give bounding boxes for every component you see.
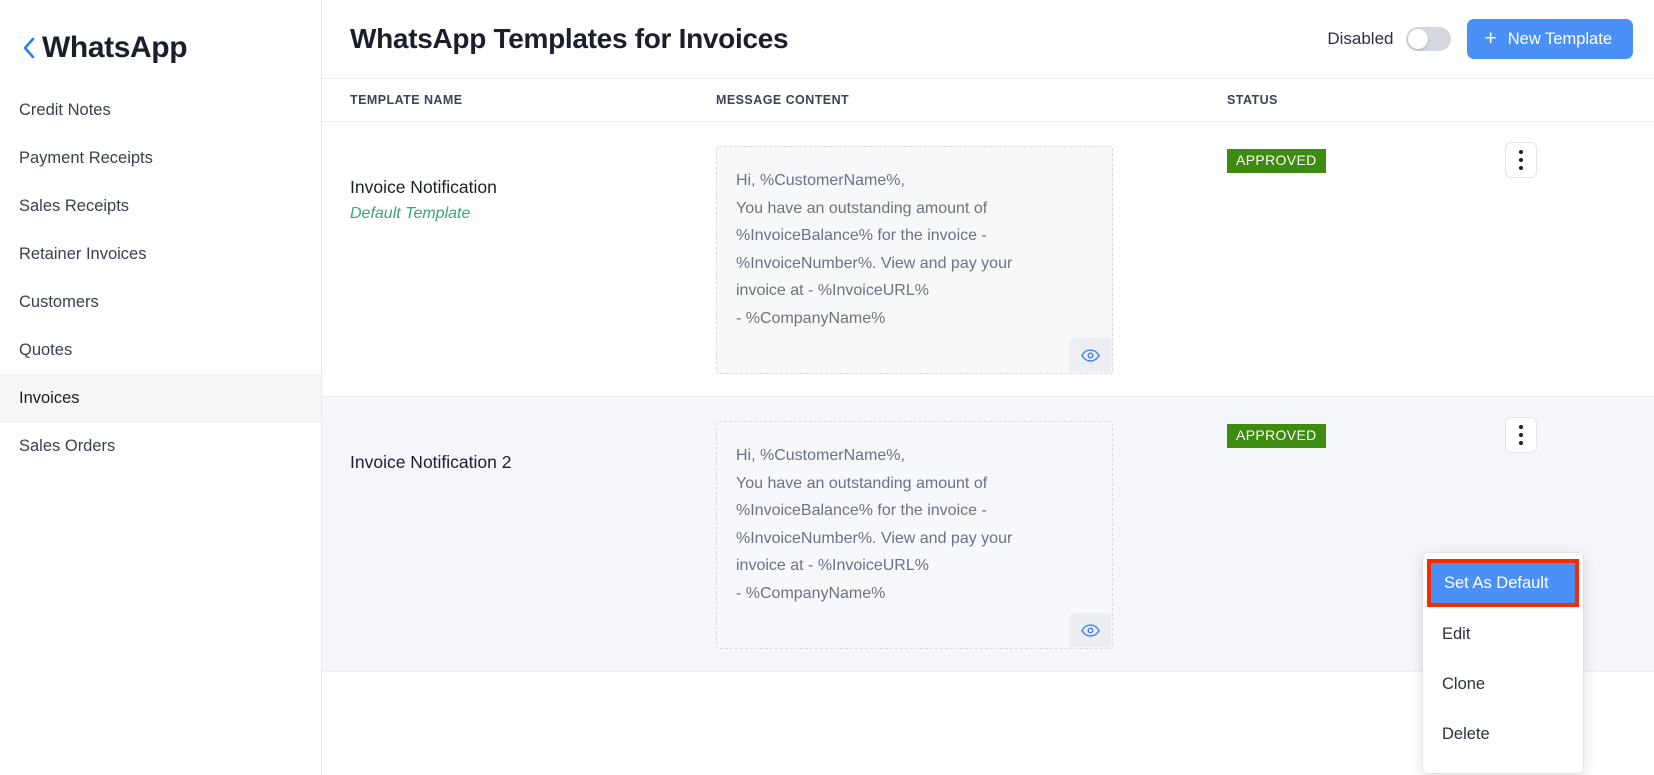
kebab-dot	[1519, 166, 1523, 170]
sidebar-item-quotes[interactable]: Quotes	[0, 326, 321, 374]
table-row: Invoice Notification Default Template Hi…	[322, 122, 1654, 397]
sidebar-item-credit-notes[interactable]: Credit Notes	[0, 86, 321, 134]
row-actions-dropdown: Set As Default Edit Clone Delete	[1423, 553, 1583, 773]
kebab-dot	[1519, 158, 1523, 162]
column-header-status: STATUS	[1227, 93, 1497, 107]
cell-actions	[1497, 122, 1654, 396]
menu-item-edit[interactable]: Edit	[1423, 609, 1583, 659]
sidebar-item-label: Sales Receipts	[19, 197, 129, 216]
sidebar-item-retainer-invoices[interactable]: Retainer Invoices	[0, 230, 321, 278]
kebab-menu-icon[interactable]	[1505, 417, 1537, 453]
cell-message-content: Hi, %CustomerName%, You have an outstand…	[716, 397, 1227, 671]
menu-item-label: Delete	[1442, 725, 1490, 744]
cell-template-name: Invoice Notification 2	[322, 397, 716, 671]
sidebar-title: WhatsApp	[42, 33, 187, 63]
message-text: Hi, %CustomerName%, You have an outstand…	[736, 442, 1094, 607]
kebab-dot	[1519, 425, 1523, 429]
new-template-button[interactable]: + New Template	[1467, 19, 1633, 59]
sidebar-item-label: Payment Receipts	[19, 149, 153, 168]
toggle-knob	[1408, 29, 1428, 49]
message-text: Hi, %CustomerName%, You have an outstand…	[736, 167, 1094, 332]
sidebar-item-invoices[interactable]: Invoices	[0, 374, 321, 422]
menu-item-delete[interactable]: Delete	[1423, 709, 1583, 759]
menu-item-set-as-default[interactable]: Set As Default	[1427, 559, 1579, 607]
sidebar-item-label: Customers	[19, 293, 99, 312]
toggle-label: Disabled	[1327, 29, 1393, 49]
sidebar-item-sales-receipts[interactable]: Sales Receipts	[0, 182, 321, 230]
template-name: Invoice Notification	[350, 175, 704, 200]
kebab-dot	[1519, 433, 1523, 437]
kebab-menu-icon[interactable]	[1505, 142, 1537, 178]
sidebar-item-label: Credit Notes	[19, 101, 111, 120]
column-header-template-name: TEMPLATE NAME	[322, 93, 716, 107]
sidebar-item-customers[interactable]: Customers	[0, 278, 321, 326]
message-preview-box: Hi, %CustomerName%, You have an outstand…	[716, 421, 1113, 649]
eye-icon[interactable]	[1069, 338, 1111, 372]
sidebar-item-label: Quotes	[19, 341, 72, 360]
sidebar-item-label: Sales Orders	[19, 437, 115, 456]
column-header-message-content: MESSAGE CONTENT	[716, 93, 1227, 107]
toggle-switch[interactable]	[1406, 27, 1451, 51]
whatsapp-templates-page: WhatsApp Credit Notes Payment Receipts S…	[0, 0, 1654, 775]
sidebar: WhatsApp Credit Notes Payment Receipts S…	[0, 0, 322, 775]
sidebar-nav: Credit Notes Payment Receipts Sales Rece…	[0, 86, 321, 470]
enable-disable-toggle[interactable]: Disabled	[1327, 27, 1451, 51]
message-preview-box: Hi, %CustomerName%, You have an outstand…	[716, 146, 1113, 374]
default-template-tag: Default Template	[350, 205, 704, 223]
menu-item-clone[interactable]: Clone	[1423, 659, 1583, 709]
new-template-label: New Template	[1508, 30, 1612, 49]
cell-template-name: Invoice Notification Default Template	[322, 122, 716, 396]
cell-message-content: Hi, %CustomerName%, You have an outstand…	[716, 122, 1227, 396]
kebab-dot	[1519, 150, 1523, 154]
status-badge: APPROVED	[1227, 424, 1326, 448]
template-name: Invoice Notification 2	[350, 450, 704, 475]
chevron-left-icon[interactable]	[18, 35, 40, 61]
sidebar-item-label: Retainer Invoices	[19, 245, 146, 264]
sidebar-header: WhatsApp	[0, 0, 321, 78]
cell-status: APPROVED	[1227, 122, 1497, 396]
menu-item-label: Clone	[1442, 675, 1485, 694]
page-header: WhatsApp Templates for Invoices Disabled…	[322, 0, 1654, 79]
sidebar-item-label: Invoices	[19, 389, 80, 408]
table-header-row: TEMPLATE NAME MESSAGE CONTENT STATUS	[322, 79, 1654, 122]
header-actions: Disabled + New Template	[1327, 19, 1633, 59]
menu-item-label: Set As Default	[1444, 574, 1549, 593]
sidebar-item-payment-receipts[interactable]: Payment Receipts	[0, 134, 321, 182]
eye-icon[interactable]	[1069, 613, 1111, 647]
status-badge: APPROVED	[1227, 149, 1326, 173]
plus-icon: +	[1484, 28, 1496, 49]
sidebar-item-sales-orders[interactable]: Sales Orders	[0, 422, 321, 470]
kebab-dot	[1519, 441, 1523, 445]
page-title: WhatsApp Templates for Invoices	[350, 23, 1327, 55]
menu-item-label: Edit	[1442, 625, 1470, 644]
